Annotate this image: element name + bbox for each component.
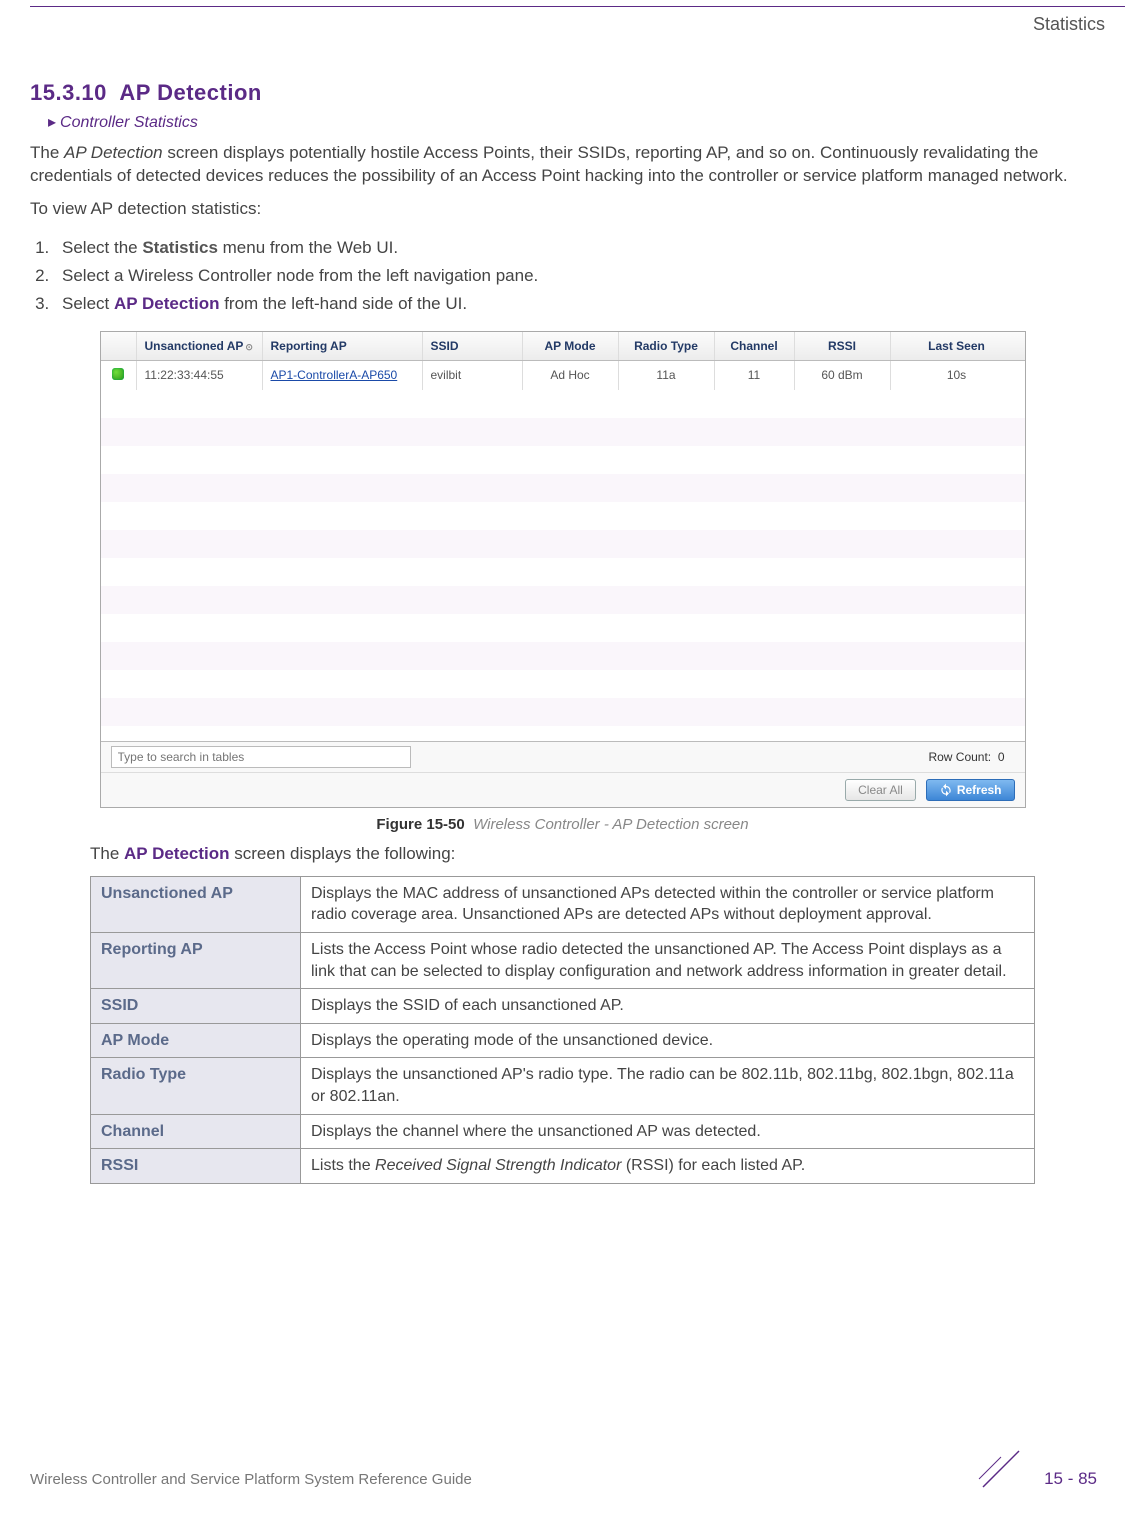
step-2: Select a Wireless Controller node from t… [54, 266, 1095, 286]
reporting-ap-link[interactable]: AP1-ControllerA-AP650 [271, 368, 398, 382]
ap-detection-screenshot: Unsanctioned AP⊙ Reporting AP SSID AP Mo… [100, 331, 1026, 808]
after-figure-text: The AP Detection screen displays the fol… [90, 843, 1035, 866]
def-row: Reporting AP Lists the Access Point whos… [91, 932, 1035, 988]
figure-text: Wireless Controller - AP Detection scree… [473, 816, 749, 833]
col-status[interactable] [101, 332, 137, 360]
def-term: Reporting AP [91, 932, 301, 988]
refresh-button[interactable]: Refresh [926, 779, 1015, 801]
cell-channel: 11 [715, 361, 795, 390]
col-channel[interactable]: Channel [715, 332, 795, 360]
refresh-button-label: Refresh [957, 783, 1002, 797]
table-footer: Row Count: 0 [101, 741, 1025, 772]
def-desc: Displays the channel where the unsanctio… [301, 1114, 1035, 1149]
status-ok-icon [112, 368, 124, 380]
def-row: SSID Displays the SSID of each unsanctio… [91, 989, 1035, 1024]
def-desc: Displays the MAC address of unsanctioned… [301, 876, 1035, 932]
cell-ssid: evilbit [423, 361, 523, 390]
figure-label: Figure 15-50 [376, 816, 464, 833]
empty-rows [101, 390, 1025, 726]
col-lastseen[interactable]: Last Seen [891, 332, 1023, 360]
footer-text: Wireless Controller and Service Platform… [30, 1471, 472, 1488]
lead-text: To view AP detection statistics: [30, 198, 1095, 221]
section-heading: 15.3.10 AP Detection [30, 80, 1095, 106]
cell-reporting[interactable]: AP1-ControllerA-AP650 [263, 361, 423, 390]
cell-apmode: Ad Hoc [523, 361, 619, 390]
page-header-section: Statistics [1033, 14, 1105, 35]
def-term: SSID [91, 989, 301, 1024]
col-apmode[interactable]: AP Mode [523, 332, 619, 360]
col-ssid[interactable]: SSID [423, 332, 523, 360]
table-body: 11:22:33:44:55 AP1-ControllerA-AP650 evi… [101, 361, 1025, 741]
table-header-row: Unsanctioned AP⊙ Reporting AP SSID AP Mo… [101, 332, 1025, 361]
cell-lastseen: 10s [891, 361, 1023, 390]
section-number: 15.3.10 [30, 80, 107, 105]
refresh-icon [939, 783, 953, 797]
page-number: 15 - 85 [1044, 1469, 1097, 1489]
button-row: Clear All Refresh [101, 772, 1025, 807]
breadcrumb[interactable]: ▸Controller Statistics [48, 112, 1095, 132]
def-row: AP Mode Displays the operating mode of t… [91, 1023, 1035, 1058]
col-unsanctioned[interactable]: Unsanctioned AP⊙ [137, 332, 263, 360]
def-desc: Displays the operating mode of the unsan… [301, 1023, 1035, 1058]
page-footer: Wireless Controller and Service Platform… [30, 1471, 1125, 1489]
cell-unsanctioned: 11:22:33:44:55 [137, 361, 263, 390]
breadcrumb-arrow-icon: ▸ [48, 112, 56, 132]
def-desc: Displays the unsanctioned AP's radio typ… [301, 1058, 1035, 1114]
figure-caption: Figure 15-50 Wireless Controller - AP De… [30, 816, 1095, 833]
col-radiotype[interactable]: Radio Type [619, 332, 715, 360]
row-status-icon [101, 361, 137, 390]
cell-radiotype: 11a [619, 361, 715, 390]
breadcrumb-label: Controller Statistics [60, 114, 198, 131]
col-reporting[interactable]: Reporting AP [263, 332, 423, 360]
def-term: RSSI [91, 1149, 301, 1184]
clear-all-button[interactable]: Clear All [845, 779, 916, 801]
def-row: RSSI Lists the Received Signal Strength … [91, 1149, 1035, 1184]
intro-paragraph: The AP Detection screen displays potenti… [30, 142, 1095, 188]
steps-list: Select the Statistics menu from the Web … [30, 238, 1095, 314]
table-row[interactable]: 11:22:33:44:55 AP1-ControllerA-AP650 evi… [101, 361, 1025, 390]
sort-icon: ⊙ [245, 342, 253, 352]
def-term: Unsanctioned AP [91, 876, 301, 932]
step-3: Select AP Detection from the left-hand s… [54, 294, 1095, 314]
def-desc: Displays the SSID of each unsanctioned A… [301, 989, 1035, 1024]
definitions-table: Unsanctioned AP Displays the MAC address… [90, 876, 1035, 1184]
def-row: Radio Type Displays the unsanctioned AP'… [91, 1058, 1035, 1114]
def-term: Radio Type [91, 1058, 301, 1114]
def-desc: Lists the Received Signal Strength Indic… [301, 1149, 1035, 1184]
section-title: AP Detection [119, 80, 262, 105]
row-count: Row Count: 0 [928, 750, 1004, 764]
page-top-rule [30, 6, 1125, 7]
def-row: Channel Displays the channel where the u… [91, 1114, 1035, 1149]
cell-rssi: 60 dBm [795, 361, 891, 390]
search-input[interactable] [111, 746, 411, 768]
def-term: Channel [91, 1114, 301, 1149]
def-desc: Lists the Access Point whose radio detec… [301, 932, 1035, 988]
intro-emph: AP Detection [64, 143, 163, 162]
footer-slash-icon [975, 1443, 1025, 1493]
def-row: Unsanctioned AP Displays the MAC address… [91, 876, 1035, 932]
step-1: Select the Statistics menu from the Web … [54, 238, 1095, 258]
def-term: AP Mode [91, 1023, 301, 1058]
col-rssi[interactable]: RSSI [795, 332, 891, 360]
